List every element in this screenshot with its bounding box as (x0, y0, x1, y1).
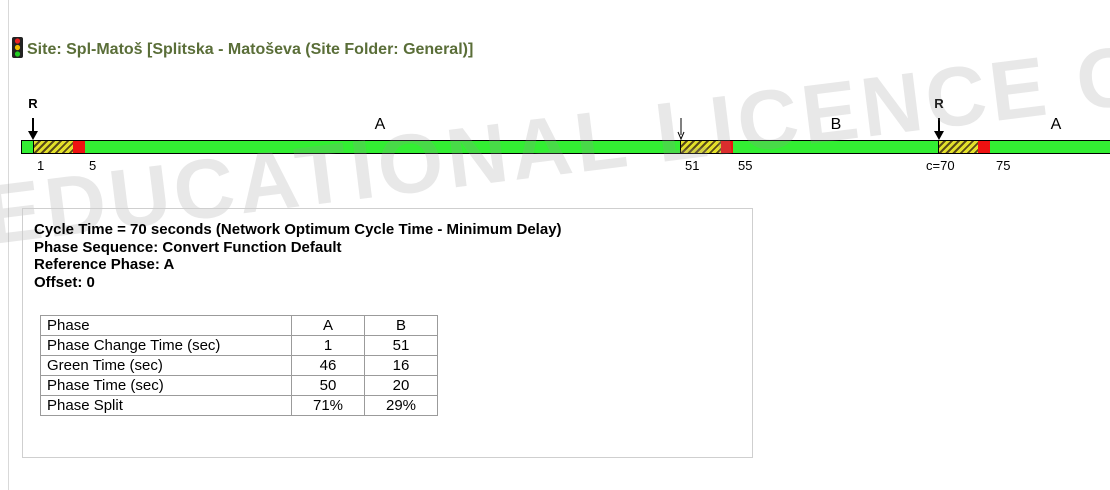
reference-marker: R (934, 96, 944, 111)
all-red (721, 141, 733, 153)
cell-phase-b: 29% (364, 395, 438, 416)
row-label: Phase Split (40, 395, 292, 416)
row-label: Phase Time (sec) (40, 375, 292, 396)
intergreen-hatch (939, 141, 978, 153)
offset: Offset: 0 (34, 273, 95, 291)
phase-change-arrow-icon (677, 118, 685, 140)
phase-label: B (830, 116, 842, 133)
table-row: Phase A B (40, 315, 438, 336)
phase-label: A (1050, 116, 1062, 133)
phase-divider (938, 140, 939, 154)
cell-phase-a: 50 (291, 375, 365, 396)
phase-divider (680, 140, 681, 154)
site-header: Site: Spl-Matoš [Splitska - Matoševa (Si… (12, 35, 473, 59)
all-red (73, 141, 85, 153)
intergreen-hatch (34, 141, 73, 153)
row-label: Phase (40, 315, 292, 336)
left-border (8, 0, 9, 490)
reference-arrow-icon (934, 118, 944, 140)
row-label: Phase Change Time (sec) (40, 335, 292, 356)
phase-divider (33, 140, 34, 154)
phase-table: Phase A B Phase Change Time (sec) 1 51 G… (40, 315, 438, 416)
tick-label: 75 (996, 158, 1011, 173)
tick-label: 51 (685, 158, 700, 173)
summary-lines: Cycle Time = 70 seconds (Network Optimum… (34, 221, 562, 291)
cell-phase-a: 46 (291, 355, 365, 376)
intergreen-hatch (681, 141, 721, 153)
cell-phase-b: 51 (364, 335, 438, 356)
table-row: Phase Time (sec) 50 20 (40, 375, 438, 396)
phase-sequence: Phase Sequence: Convert Function Default (34, 238, 342, 256)
site-title: Site: Spl-Matoš [Splitska - Matoševa (Si… (27, 41, 474, 58)
all-red (978, 141, 990, 153)
cycle-time: Cycle Time = 70 seconds (Network Optimum… (34, 221, 562, 238)
table-row: Phase Split 71% 29% (40, 395, 438, 416)
phase-label: A (374, 116, 386, 133)
tick-label: 5 (89, 158, 97, 173)
signal-timing-summary: Cycle Time = 70 seconds (Network Optimum… (22, 208, 753, 458)
table-row: Phase Change Time (sec) 1 51 (40, 335, 438, 356)
cell-phase-a: 71% (291, 395, 365, 416)
reference-arrow-icon (28, 118, 38, 140)
row-label: Green Time (sec) (40, 355, 292, 376)
cell-phase-a: 1 (291, 335, 365, 356)
cell-phase-b: 16 (364, 355, 438, 376)
cell-phase-b: 20 (364, 375, 438, 396)
tick-label: c=70 (926, 158, 955, 173)
table-row: Green Time (sec) 46 16 (40, 355, 438, 376)
reference-phase: Reference Phase: A (34, 256, 175, 273)
tick-label: 1 (37, 158, 45, 173)
cell-phase-b: B (364, 315, 438, 336)
cell-phase-a: A (291, 315, 365, 336)
reference-marker: R (28, 96, 38, 111)
tick-label: 55 (738, 158, 753, 173)
phase-timeline: R R A B A 1 5 51 55 c=70 75 (0, 92, 1110, 182)
traffic-light-icon (12, 36, 23, 58)
